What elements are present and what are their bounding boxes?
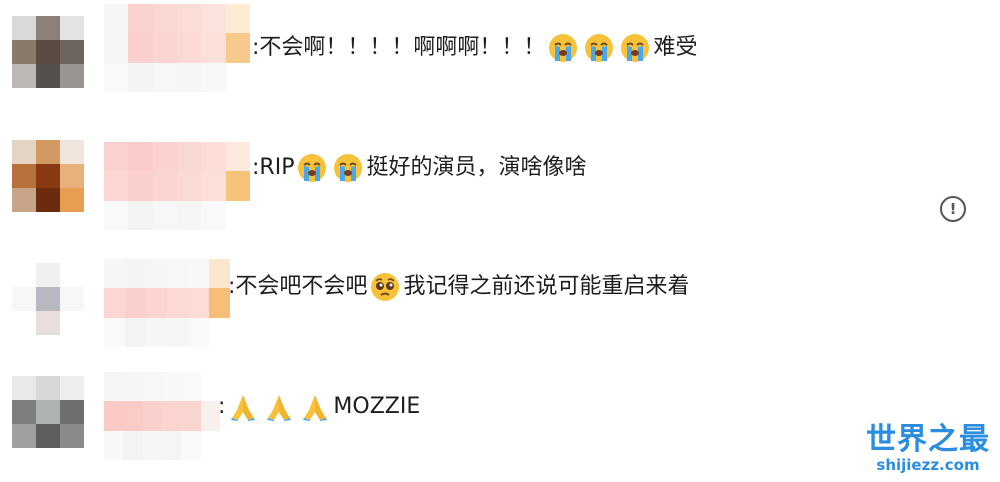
comment-text: : RIP 挺好的演员，演啥像啥: [252, 153, 586, 183]
comment-text-part: 挺好的演员，演啥像啥: [366, 155, 587, 180]
comment-text-part: 我记得之前还说可能重启来着: [403, 274, 690, 299]
comment-text: : MOZZIE: [218, 392, 420, 422]
comment-item: : 不会吧不会吧 我记得之前还说可能重启来着: [0, 245, 1000, 355]
avatar[interactable]: [12, 376, 84, 448]
folded-hands-emoji-icon: [303, 395, 328, 421]
comment-item: : 不会啊！！！！啊啊啊！！！ 难受: [0, 0, 1000, 110]
comment-text-part: 不会啊！！！！啊啊啊！！！: [259, 35, 546, 60]
comment-prefix: :: [252, 155, 260, 180]
comment-item: : RIP 挺好的演员，演啥像啥: [0, 124, 1000, 234]
watermark-title: 世界之最: [866, 422, 990, 457]
comment-text-part: 不会吧不会吧: [235, 274, 368, 299]
report-button[interactable]: !: [940, 196, 966, 222]
username[interactable]: [104, 372, 220, 460]
comment-prefix: :: [252, 35, 260, 60]
watermark-url: shijiezz.com: [876, 456, 980, 474]
loudly-crying-emoji-icon: [585, 34, 614, 62]
username[interactable]: [104, 4, 250, 92]
comment-text-part: MOZZIE: [333, 394, 421, 419]
folded-hands-emoji-icon: [267, 395, 292, 421]
exclamation-circle-icon: !: [949, 200, 957, 218]
username[interactable]: [104, 142, 250, 230]
watermark: 世界之最 shijiezz.com: [866, 422, 990, 475]
folded-hands-emoji-icon: [231, 395, 256, 421]
comment-text-part: 难受: [653, 35, 698, 60]
comment-text: : 不会啊！！！！啊啊啊！！！ 难受: [252, 33, 697, 63]
comment-item: : MOZZIE: [0, 364, 1000, 474]
loudly-crying-emoji-icon: [334, 154, 363, 182]
avatar[interactable]: [12, 263, 84, 335]
loudly-crying-emoji-icon: [621, 34, 650, 62]
avatar[interactable]: [12, 16, 84, 88]
avatar[interactable]: [12, 140, 84, 212]
comment-text: : 不会吧不会吧 我记得之前还说可能重启来着: [228, 272, 689, 302]
comment-text-part: RIP: [259, 155, 295, 180]
pleading-face-emoji-icon: [371, 273, 400, 301]
loudly-crying-emoji-icon: [549, 34, 578, 62]
username[interactable]: [104, 259, 230, 347]
loudly-crying-emoji-icon: [298, 154, 327, 182]
comment-prefix: :: [228, 274, 236, 299]
comment-prefix: :: [218, 394, 226, 419]
